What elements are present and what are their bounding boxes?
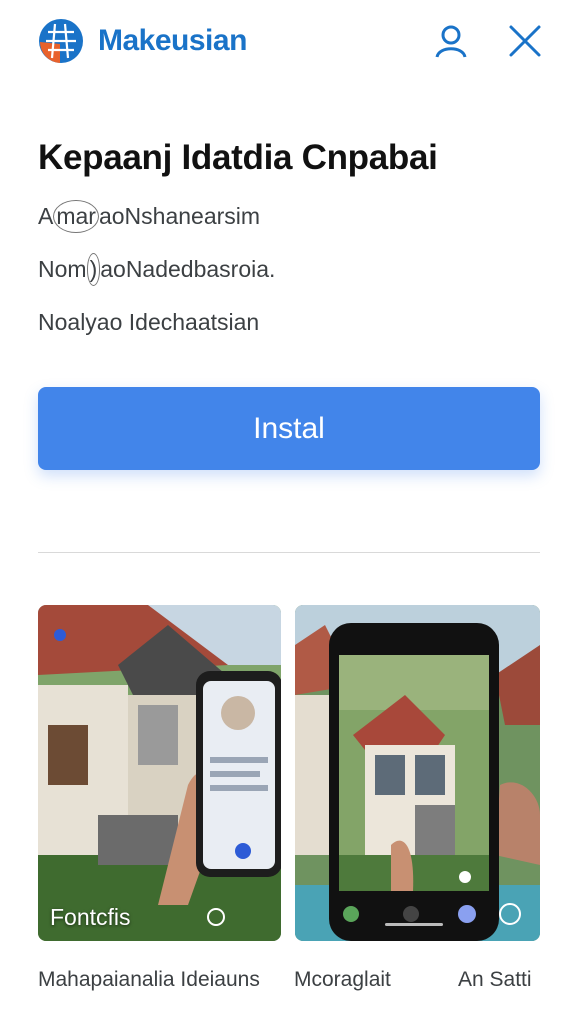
screenshot-1-label: Fontcfis xyxy=(50,904,131,930)
brand-name: Makeusian xyxy=(98,24,247,57)
meta-line-2: Nom) aoNadedbasroia. xyxy=(38,253,276,286)
install-button-label: Instal xyxy=(253,411,325,445)
meta-line-1: Amar aoNshanearsim xyxy=(38,200,261,233)
close-icon[interactable] xyxy=(506,22,544,60)
meta-line-3-rest: Idechaatsian xyxy=(122,309,260,335)
screenshot-2-image xyxy=(295,605,540,941)
person-icon[interactable] xyxy=(432,22,470,60)
meta-line-1-prefix: A xyxy=(38,203,54,229)
app-header: Makeusian xyxy=(0,0,576,84)
meta-line-2-prefix: Nom xyxy=(38,256,87,282)
caption-2: Mcoraglait xyxy=(294,968,391,991)
meta-line-3: Noalyao Idechaatsian xyxy=(38,309,259,336)
meta-line-3-prefix: Noalyao xyxy=(38,309,123,335)
install-button[interactable]: Instal xyxy=(38,387,540,470)
caption-3: An Satti xyxy=(458,968,532,991)
meta-line-2-rest: aoNadedbasroia. xyxy=(100,256,276,282)
screenshot-1[interactable]: Fontcfis xyxy=(38,605,281,941)
brand-logo-icon xyxy=(39,19,83,63)
divider xyxy=(38,552,540,553)
caption-1: Mahapaianalia Ideiauns xyxy=(38,968,260,991)
app-title: Kepaanj Idatdia Cnpabai xyxy=(38,138,438,177)
screenshot-2[interactable] xyxy=(295,605,540,941)
meta-line-1-circled: mar xyxy=(53,200,99,233)
screenshot-1-image xyxy=(38,605,281,941)
meta-line-2-circled: ) xyxy=(86,253,101,286)
meta-line-1-rest: aoNshanearsim xyxy=(98,203,261,229)
